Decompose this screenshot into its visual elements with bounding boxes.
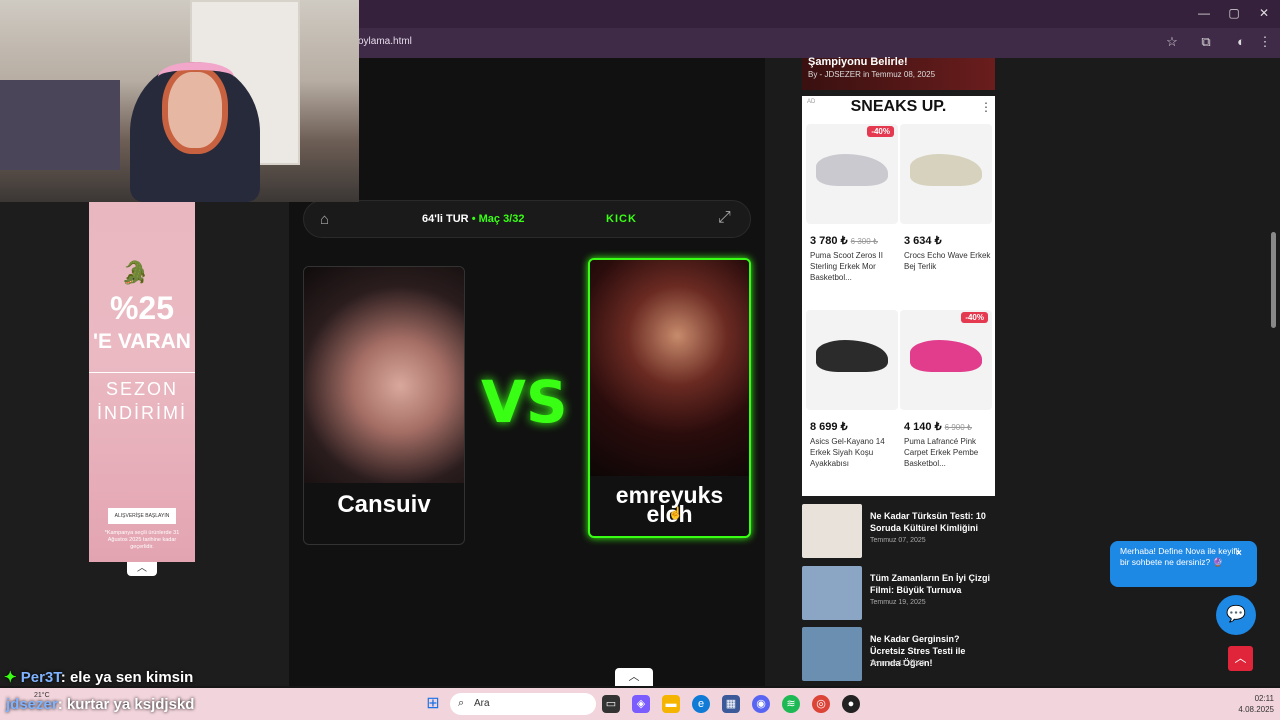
product-image[interactable] bbox=[806, 310, 898, 410]
chat-launcher-icon[interactable]: 💬 bbox=[1216, 595, 1256, 635]
bookmark-star-icon[interactable]: ☆ bbox=[1163, 34, 1181, 50]
related-post[interactable]: Tüm Zamanların En İyi Çizgi Filmi: Büyük… bbox=[802, 566, 995, 620]
lacoste-ad[interactable]: 🐊 %25 'E VARAN SEZON İNDİRİMİ ALIŞVERİŞE… bbox=[89, 202, 195, 562]
maximize-button[interactable]: ▢ bbox=[1224, 6, 1244, 20]
extensions-icon[interactable]: ⧉ bbox=[1197, 34, 1215, 50]
sneaks-up-ad[interactable]: AD SNEAKS UP. ⋮ -40% 3 780 ₺ 6 300 ₺ Puma … bbox=[802, 96, 995, 496]
profile-avatar-icon[interactable]: ◐ bbox=[1232, 34, 1250, 49]
related-post[interactable]: Ne Kadar Gerginsin? Ücretsiz Stres Testi… bbox=[802, 627, 995, 681]
shoe-image bbox=[910, 154, 982, 186]
product-image[interactable] bbox=[900, 124, 992, 224]
product-price: 3 780 ₺ 6 300 ₺ bbox=[810, 235, 878, 247]
contestant-photo-right bbox=[590, 260, 749, 476]
contestant-name-left: Cansuiv bbox=[337, 491, 431, 518]
close-button[interactable]: ✕ bbox=[1254, 6, 1274, 20]
product-old-price: 6 300 ₺ bbox=[850, 237, 878, 246]
spotify-icon[interactable]: ≋ bbox=[782, 695, 800, 713]
obs-icon[interactable]: ● bbox=[842, 695, 860, 713]
shoe-image bbox=[816, 154, 888, 186]
discord-icon[interactable]: ◉ bbox=[752, 695, 770, 713]
contestant-photo-left bbox=[304, 267, 464, 483]
match-header: ⌂ 64'li TUR • Maç 3/32 KICK ⤢ bbox=[303, 200, 751, 238]
shoe-image bbox=[816, 340, 888, 372]
webcam-bed bbox=[0, 80, 120, 170]
post-thumbnail[interactable] bbox=[802, 566, 862, 620]
featured-post-title[interactable]: Şampiyonu Belirle! bbox=[808, 56, 908, 68]
search-icon: ⌕ bbox=[458, 697, 465, 709]
home-icon[interactable]: ⌂ bbox=[320, 211, 329, 228]
round-indicator: 64'li TUR • Maç 3/32 bbox=[422, 213, 525, 225]
windows-start-icon[interactable]: ⊞ bbox=[424, 695, 442, 713]
streamer-webcam bbox=[0, 0, 359, 202]
page-scrollbar[interactable] bbox=[1271, 232, 1276, 328]
ad-season-text: SEZON İNDİRİMİ bbox=[89, 372, 195, 425]
contestant-card-right[interactable]: emreyuks elch bbox=[588, 258, 751, 538]
search-placeholder: Ara bbox=[474, 698, 490, 709]
product-image[interactable]: -40% bbox=[900, 310, 992, 410]
product-name[interactable]: Crocs Echo Wave Erkek Bej Terlik bbox=[904, 250, 992, 272]
store-icon[interactable]: ▦ bbox=[722, 695, 740, 713]
product-price: 8 699 ₺ bbox=[810, 421, 848, 433]
chat-badge-icon: ✦ bbox=[4, 669, 17, 686]
taskbar-search[interactable]: ⌕ Ara bbox=[450, 693, 596, 715]
featured-post-meta: By - JDSEZER in Temmuz 08, 2025 bbox=[808, 70, 936, 79]
product-old-price: 6 900 ₺ bbox=[944, 423, 972, 432]
sneaks-up-logo: SNEAKS UP. bbox=[850, 98, 947, 115]
post-date: Temmuz 19, 2025 bbox=[870, 599, 926, 606]
webcam-headset bbox=[158, 62, 234, 92]
browser-menu-icon[interactable]: ⋮ bbox=[1256, 34, 1274, 50]
product-name[interactable]: Asics Gel-Kayano 14 Erkek Siyah Koşu Aya… bbox=[810, 436, 898, 469]
minimize-button[interactable]: — bbox=[1194, 6, 1214, 20]
contestant-card-left[interactable]: Cansuiv bbox=[303, 266, 465, 545]
crocodile-logo-icon: 🐊 bbox=[121, 260, 149, 285]
back-to-top-icon[interactable]: ︿ bbox=[1228, 646, 1253, 671]
vs-logo: VS bbox=[481, 368, 568, 436]
product-image[interactable]: -40% bbox=[806, 124, 898, 224]
related-post[interactable]: Ne Kadar Türksün Testi: 10 Soruda Kültür… bbox=[802, 504, 995, 558]
ad-discount: %25 bbox=[109, 290, 175, 326]
hand-cursor-icon: ☝ bbox=[668, 506, 683, 520]
product-price: 4 140 ₺ 6 900 ₺ bbox=[904, 421, 972, 433]
discount-badge: -40% bbox=[867, 126, 894, 137]
shoe-image bbox=[910, 340, 982, 372]
ad-collapse-chevron-icon[interactable]: ︿ bbox=[127, 562, 157, 576]
featured-post[interactable]: Şampiyonu Belirle! By - JDSEZER in Temmu… bbox=[802, 56, 995, 90]
stream-chat-message: jdsezer: kurtar ya ksjdjskd bbox=[6, 696, 195, 713]
post-thumbnail[interactable] bbox=[802, 504, 862, 558]
post-title[interactable]: Ne Kadar Türksün Testi: 10 Soruda Kültür… bbox=[870, 510, 995, 534]
file-explorer-icon[interactable]: ▬ bbox=[662, 695, 680, 713]
chat-close-icon[interactable]: × bbox=[1236, 548, 1242, 559]
ad-fine-print: *Kampanya seçili ürünlerde 31 Ağustos 20… bbox=[104, 530, 180, 550]
product-name[interactable]: Puma Lafrancé Pink Carpet Erkek Pembe Ba… bbox=[904, 436, 992, 469]
ad-shop-button[interactable]: ALIŞVERİŞE BAŞLAYIN bbox=[108, 508, 176, 524]
edge-icon[interactable]: e bbox=[692, 695, 710, 713]
url-text[interactable]: oylama.html bbox=[358, 36, 412, 47]
kick-label: KICK bbox=[606, 213, 637, 225]
scroll-up-chevron-icon[interactable]: ︿ bbox=[615, 668, 653, 686]
product-price: 3 634 ₺ bbox=[904, 235, 942, 247]
ad-options-icon[interactable]: ⋮ bbox=[980, 100, 992, 114]
discount-badge: -40% bbox=[961, 312, 988, 323]
post-title[interactable]: Tüm Zamanların En İyi Çizgi Filmi: Büyük… bbox=[870, 572, 995, 596]
post-date: Temmuz 07, 2025 bbox=[870, 537, 926, 544]
product-name[interactable]: Puma Scoot Zeros II Sterling Erkek Mor B… bbox=[810, 250, 898, 283]
stream-chat-message: ✦ Per3T: ele ya sen kimsin bbox=[4, 669, 194, 686]
copilot-icon[interactable]: ◈ bbox=[632, 695, 650, 713]
post-thumbnail[interactable] bbox=[802, 627, 862, 681]
chrome-icon[interactable]: ◎ bbox=[812, 695, 830, 713]
ad-discount-suffix: 'E VARAN bbox=[93, 330, 191, 353]
task-view-icon[interactable]: ▭ bbox=[602, 695, 620, 713]
chat-greeting-bubble[interactable]: Merhaba! Define Nova ile keyifli bir soh… bbox=[1110, 541, 1257, 587]
taskbar-clock[interactable]: 02:11 4.08.2025 bbox=[1222, 693, 1274, 715]
post-date: Temmuz 11, 2025 bbox=[870, 660, 926, 667]
fullscreen-icon[interactable]: ⤢ bbox=[718, 209, 731, 227]
